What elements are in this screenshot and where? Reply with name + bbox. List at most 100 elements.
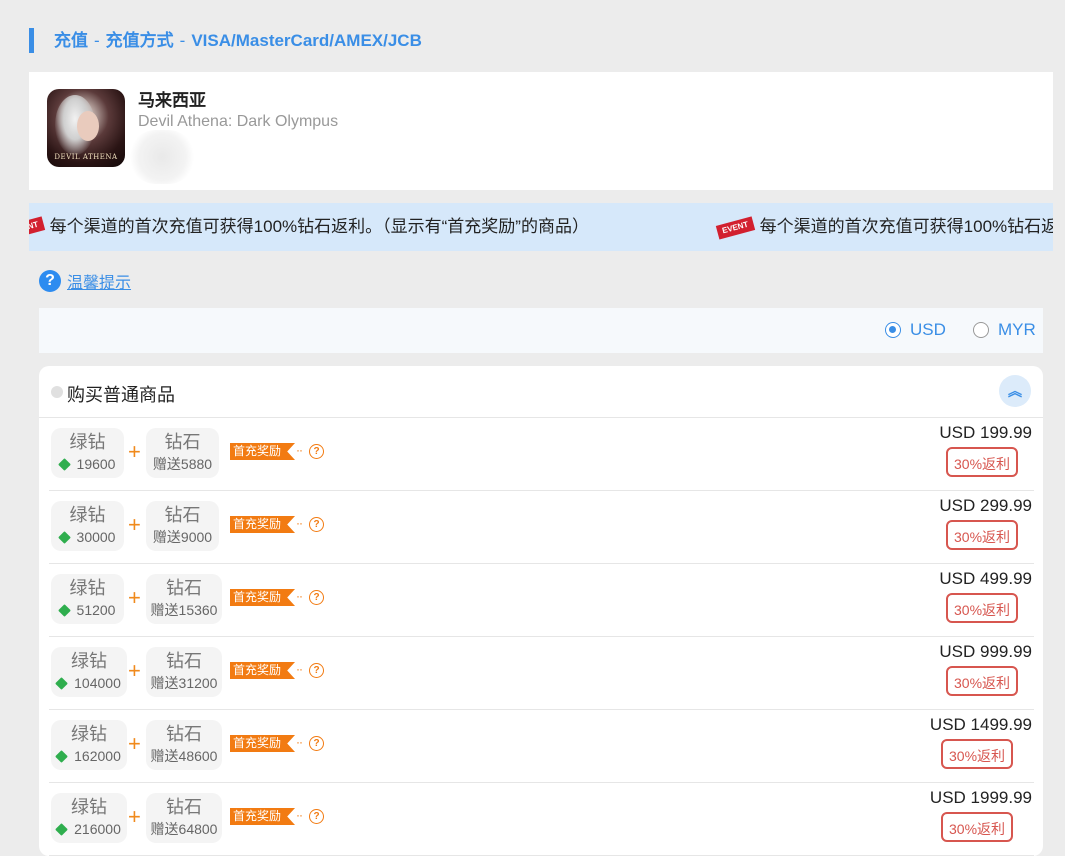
breadcrumb-current: VISA/MasterCard/AMEX/JCB bbox=[191, 31, 422, 50]
help-icon[interactable]: ? bbox=[309, 444, 324, 459]
question-icon: ? bbox=[39, 270, 61, 292]
green-gem-icon bbox=[55, 750, 69, 763]
rebate-badge: 30%返利 bbox=[941, 812, 1014, 842]
green-diamond-label: 绿钻 bbox=[69, 432, 106, 452]
badge-dots: ·· bbox=[296, 735, 303, 749]
game-region: 马来西亚 bbox=[138, 91, 206, 110]
plus-sign: + bbox=[128, 658, 141, 683]
price: USD 299.99 bbox=[939, 496, 1032, 515]
price: USD 999.99 bbox=[939, 642, 1032, 661]
game-card: DEVIL ATHENA 马来西亚 Devil Athena: Dark Oly… bbox=[29, 72, 1053, 190]
collapse-button[interactable]: ︽ bbox=[999, 375, 1031, 407]
radio-checked-icon[interactable] bbox=[885, 322, 901, 338]
badge-dots: ·· bbox=[296, 443, 303, 457]
diamond-chip: 钻石赠送9000 bbox=[146, 501, 219, 551]
green-diamond-amount: 104000 bbox=[51, 673, 127, 693]
currency-label: USD bbox=[910, 320, 946, 339]
plus-sign: + bbox=[128, 585, 141, 610]
green-diamond-label: 绿钻 bbox=[71, 797, 107, 817]
diamond-label: 钻石 bbox=[166, 724, 202, 744]
bullet-icon bbox=[51, 386, 63, 398]
green-diamond-label: 绿钻 bbox=[71, 724, 107, 744]
green-gem-icon bbox=[57, 458, 71, 471]
product-row[interactable]: 绿钻 104000 + 钻石 赠送31200 首充奖励 ··? USD 999.99 30%返利 bbox=[49, 637, 1034, 710]
badge-dots: ·· bbox=[296, 662, 303, 676]
product-row[interactable]: 绿钻 216000 + 钻石 赠送64800 首充奖励 ··? USD 1999.99 30%返… bbox=[49, 783, 1034, 856]
rebate-badge: 30%返利 bbox=[946, 666, 1019, 696]
diamond-label: 钻石 bbox=[166, 578, 202, 598]
product-row[interactable]: 绿钻 162000 + 钻石 赠送48600 首充奖励 ··? USD 1499.99 30%返… bbox=[49, 710, 1034, 783]
green-diamond-label: 绿钻 bbox=[69, 578, 106, 598]
game-icon: DEVIL ATHENA bbox=[47, 89, 125, 167]
tips-link[interactable]: ? 温馨提示 bbox=[39, 268, 131, 294]
radio-unchecked-icon[interactable] bbox=[973, 322, 989, 338]
marquee-item: EVENT 每个渠道的首次充值可获得100%钻石返利。（显示有“首充奖励”的商品） bbox=[29, 203, 589, 251]
green-gem-icon bbox=[55, 823, 69, 836]
tips-label[interactable]: 温馨提示 bbox=[67, 269, 131, 293]
products-panel: 购买普通商品 ︽ 绿钻 19600 + 钻石 赠送5880 首充奖励 ··? USD 199.… bbox=[39, 366, 1043, 856]
help-icon[interactable]: ? bbox=[309, 517, 324, 532]
panel-header: 购买普通商品 ︽ bbox=[39, 366, 1043, 418]
diamond-label: 钻石 bbox=[164, 432, 201, 452]
marquee-text: 每个渠道的首次充值可获得100%钻石返利。（显示有“首充奖励”的商品） bbox=[49, 217, 589, 236]
breadcrumb-method[interactable]: 充值方式 bbox=[106, 31, 174, 50]
plus-sign: + bbox=[128, 731, 141, 756]
price: USD 1499.99 bbox=[929, 715, 1032, 734]
green-diamond-amount: 216000 bbox=[51, 819, 127, 839]
announcement-marquee: EVENT 每个渠道的首次充值可获得100%钻石返利。（显示有“首充奖励”的商品）… bbox=[29, 203, 1053, 251]
currency-option-usd[interactable]: USD bbox=[885, 320, 946, 340]
green-diamond-chip: 绿钻 19600 bbox=[51, 428, 124, 478]
green-diamond-chip: 绿钻 104000 bbox=[51, 647, 127, 697]
first-recharge-badge: 首充奖励 bbox=[230, 516, 296, 533]
badge-dots: ·· bbox=[296, 589, 303, 603]
product-row[interactable]: 绿钻 51200 + 钻石赠送15360 首充奖励 ··? USD 499.99 30%返利 bbox=[49, 564, 1034, 637]
first-recharge-badge: 首充奖励 bbox=[230, 662, 296, 679]
green-diamond-chip: 绿钻 216000 bbox=[51, 793, 127, 843]
event-tag-icon: EVENT bbox=[29, 216, 45, 240]
game-name: Devil Athena: Dark Olympus bbox=[138, 113, 339, 130]
breadcrumb-separator: - bbox=[94, 31, 100, 50]
green-diamond-amount: 51200 bbox=[51, 600, 124, 620]
currency-option-myr[interactable]: MYR bbox=[973, 320, 1036, 340]
green-diamond-label: 绿钻 bbox=[69, 505, 106, 525]
first-recharge-badge: 首充奖励 bbox=[230, 443, 296, 460]
event-tag-icon: EVENT bbox=[715, 216, 755, 240]
first-recharge-badge: 首充奖励 bbox=[230, 808, 296, 825]
diamond-bonus: 赠送9000 bbox=[152, 529, 213, 545]
price: USD 499.99 bbox=[939, 569, 1032, 588]
blurred-avatar bbox=[129, 130, 195, 184]
diamond-bonus: 赠送64800 bbox=[150, 821, 218, 837]
breadcrumb: 充值 - 充值方式 - VISA/MasterCard/AMEX/JCB bbox=[29, 28, 654, 53]
green-diamond-chip: 绿钻 51200 bbox=[51, 574, 124, 624]
marquee-text: 每个渠道的首次充值可获得100%钻石返 bbox=[759, 217, 1053, 236]
help-icon[interactable]: ? bbox=[309, 663, 324, 678]
chevron-up-double-icon: ︽ bbox=[1008, 383, 1022, 399]
plus-sign: + bbox=[128, 439, 141, 464]
diamond-chip: 钻石 赠送5880 bbox=[146, 428, 219, 478]
plus-sign: + bbox=[128, 512, 141, 537]
price: USD 199.99 bbox=[939, 423, 1032, 442]
currency-selector: USD MYR bbox=[39, 308, 1043, 353]
help-icon[interactable]: ? bbox=[309, 809, 324, 824]
green-diamond-chip: 绿钻 30000 bbox=[51, 501, 124, 551]
diamond-label: 钻石 bbox=[166, 651, 202, 671]
diamond-chip: 钻石 赠送64800 bbox=[146, 793, 222, 843]
badge-dots: ·· bbox=[296, 516, 303, 530]
help-icon[interactable]: ? bbox=[309, 736, 324, 751]
green-gem-icon bbox=[55, 677, 69, 690]
breadcrumb-recharge[interactable]: 充值 bbox=[54, 31, 88, 50]
diamond-label: 钻石 bbox=[164, 505, 201, 525]
rebate-badge: 30%返利 bbox=[941, 739, 1014, 769]
rebate-badge: 30%返利 bbox=[946, 520, 1019, 550]
first-recharge-badge: 首充奖励 bbox=[230, 589, 296, 606]
green-diamond-chip: 绿钻 162000 bbox=[51, 720, 127, 770]
product-row[interactable]: 绿钻 30000 + 钻石 赠送9000 首充奖励 ··? USD 299.99 30%返利 bbox=[49, 491, 1034, 564]
product-row[interactable]: 绿钻 19600 + 钻石 赠送5880 首充奖励 ··? USD 199.99 30%返利 bbox=[49, 418, 1034, 491]
diamond-bonus: 赠送15360 bbox=[150, 602, 218, 618]
game-icon-logo: DEVIL ATHENA bbox=[54, 153, 118, 161]
first-recharge-badge: 首充奖励 bbox=[230, 735, 296, 752]
marquee-item: EVENT 每个渠道的首次充值可获得100%钻石返 bbox=[715, 203, 1053, 251]
help-icon[interactable]: ? bbox=[309, 590, 324, 605]
rebate-badge: 30%返利 bbox=[946, 593, 1019, 623]
currency-label: MYR bbox=[998, 320, 1036, 339]
